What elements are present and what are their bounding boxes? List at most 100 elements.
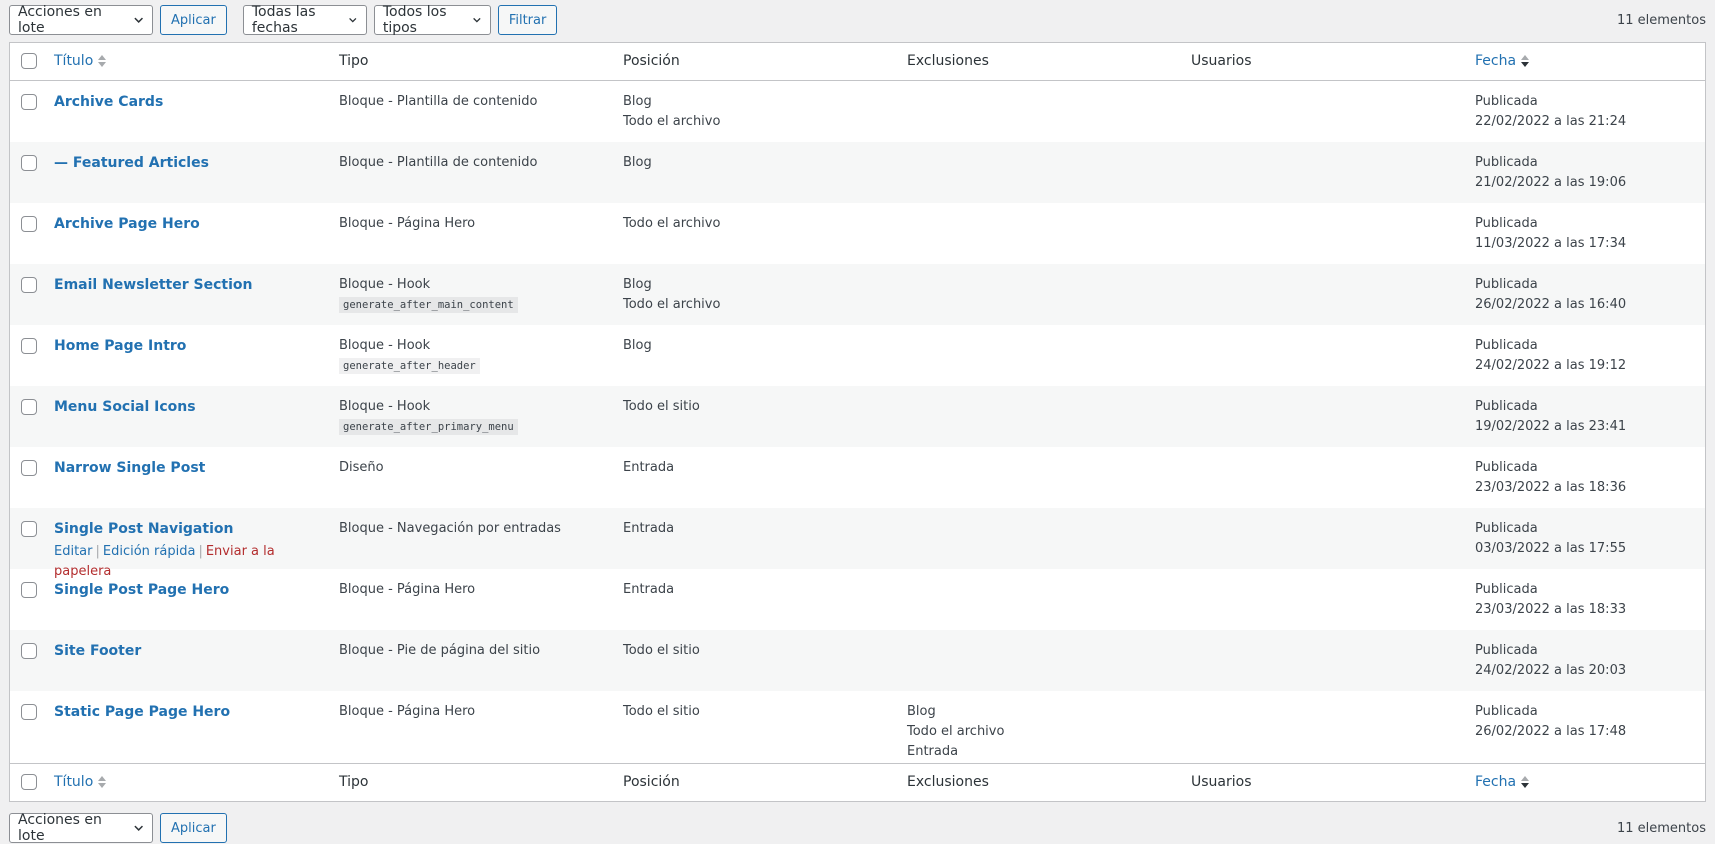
row-title-link[interactable]: — Featured Articles	[54, 155, 209, 171]
column-title-footer[interactable]: Título	[54, 774, 334, 790]
row-date: 11/03/2022 a las 17:34	[1475, 236, 1627, 251]
row-exclusion: Blog	[907, 704, 936, 719]
sort-date-link[interactable]: Fecha	[1475, 53, 1530, 69]
bulk-actions-select-bottom[interactable]: Acciones en lote	[9, 812, 153, 844]
table-row: Archive Cards Bloque - Plantilla de cont…	[10, 81, 1705, 142]
checkbox-box[interactable]	[21, 460, 37, 476]
table-row: Menu Social Icons Bloque - Hook generate_…	[10, 386, 1705, 447]
row-date: 26/02/2022 a las 17:48	[1475, 724, 1627, 739]
row-date: 19/02/2022 a las 23:41	[1475, 419, 1627, 434]
row-type: Bloque - Navegación por entradas	[339, 521, 561, 536]
chevron-down-icon	[134, 17, 143, 23]
row-title-link[interactable]: Email Newsletter Section	[54, 277, 252, 293]
row-checkbox[interactable]	[21, 216, 37, 239]
row-date: 21/02/2022 a las 19:06	[1475, 175, 1627, 190]
table-header: Título Tipo Posición Exclusiones Usuario…	[10, 43, 1705, 81]
row-title-link[interactable]: Narrow Single Post	[54, 460, 205, 476]
row-checkbox[interactable]	[21, 521, 37, 544]
row-title-link[interactable]: Single Post Navigation	[54, 521, 233, 537]
row-title-link[interactable]: Single Post Page Hero	[54, 582, 229, 598]
filter-button[interactable]: Filtrar	[497, 5, 558, 35]
row-title-link[interactable]: Home Page Intro	[54, 338, 186, 354]
row-checkbox[interactable]	[21, 399, 37, 422]
checkbox-box[interactable]	[21, 53, 37, 69]
column-type: Tipo	[339, 53, 369, 69]
row-type: Bloque - Hook	[339, 338, 431, 353]
row-position: Entrada	[623, 582, 675, 597]
date-filter-select[interactable]: Todas las fechas	[242, 4, 367, 36]
elements-table: Título Tipo Posición Exclusiones Usuario…	[9, 42, 1706, 802]
checkbox-box[interactable]	[21, 94, 37, 110]
row-checkbox[interactable]	[21, 643, 37, 666]
tablenav-bottom: Acciones en lote Aplicar 11 elementos	[9, 812, 1706, 844]
row-position: Entrada	[623, 460, 675, 475]
row-title-link[interactable]: Menu Social Icons	[54, 399, 196, 415]
column-exclusions-footer: Exclusiones	[907, 774, 989, 790]
edit-link[interactable]: Editar	[54, 544, 93, 559]
checkbox-box[interactable]	[21, 155, 37, 171]
select-all-checkbox-footer[interactable]	[21, 774, 37, 794]
row-status: Publicada	[1475, 582, 1538, 597]
row-checkbox[interactable]	[21, 277, 37, 300]
type-filter-select[interactable]: Todos los tipos	[373, 4, 491, 36]
table-row: Archive Page Hero Bloque - Página Hero T…	[10, 203, 1705, 264]
row-date: 03/03/2022 a las 17:55	[1475, 541, 1627, 556]
checkbox-box[interactable]	[21, 399, 37, 415]
row-position: Todo el sitio	[623, 704, 700, 719]
hook-name: generate_after_main_content	[339, 297, 518, 313]
table-row: Email Newsletter Section Bloque - Hook ge…	[10, 264, 1705, 325]
sort-indicator-icon	[98, 55, 107, 67]
row-type: Bloque - Página Hero	[339, 582, 476, 597]
row-checkbox[interactable]	[21, 460, 37, 483]
checkbox-box[interactable]	[21, 643, 37, 659]
checkbox-box[interactable]	[21, 704, 37, 720]
row-status: Publicada	[1475, 277, 1538, 292]
row-checkbox[interactable]	[21, 704, 37, 727]
tablenav-top: Acciones en lote Aplicar Todas las fecha…	[9, 4, 1706, 36]
apply-button[interactable]: Aplicar	[160, 5, 227, 35]
column-position: Posición	[623, 53, 680, 69]
row-checkbox[interactable]	[21, 94, 37, 117]
chevron-down-icon	[349, 17, 357, 23]
bulk-actions-select[interactable]: Acciones en lote	[9, 4, 153, 36]
column-position-footer: Posición	[623, 774, 680, 790]
table-row: Static Page Page Hero Bloque - Página He…	[10, 691, 1705, 763]
checkbox-box[interactable]	[21, 774, 37, 790]
row-type: Bloque - Plantilla de contenido	[339, 155, 538, 170]
checkbox-box[interactable]	[21, 216, 37, 232]
row-position: Todo el sitio	[623, 399, 700, 414]
row-type: Bloque - Hook	[339, 399, 431, 414]
column-title[interactable]: Título	[54, 53, 334, 69]
select-all-checkbox[interactable]	[21, 53, 37, 73]
table-row: — Featured Articles Bloque - Plantilla d…	[10, 142, 1705, 203]
column-users-footer: Usuarios	[1191, 774, 1252, 790]
row-title-link[interactable]: Site Footer	[54, 643, 141, 659]
row-status: Publicada	[1475, 704, 1538, 719]
row-title-link[interactable]: Archive Cards	[54, 94, 163, 110]
checkbox-box[interactable]	[21, 277, 37, 293]
row-checkbox[interactable]	[21, 155, 37, 178]
sort-title-link[interactable]: Título	[54, 774, 107, 790]
checkbox-box[interactable]	[21, 338, 37, 354]
row-type: Bloque - Pie de página del sitio	[339, 643, 541, 658]
quick-edit-link[interactable]: Edición rápida	[103, 544, 196, 559]
row-title-link[interactable]: Static Page Page Hero	[54, 704, 230, 720]
column-date-footer[interactable]: Fecha	[1475, 774, 1695, 790]
sort-date-link[interactable]: Fecha	[1475, 774, 1530, 790]
checkbox-box[interactable]	[21, 582, 37, 598]
column-date[interactable]: Fecha	[1475, 53, 1695, 69]
row-type: Diseño	[339, 460, 384, 475]
row-checkbox[interactable]	[21, 582, 37, 605]
column-exclusions: Exclusiones	[907, 53, 989, 69]
chevron-down-icon	[134, 825, 143, 831]
checkbox-box[interactable]	[21, 521, 37, 537]
row-position: Blog	[623, 338, 652, 353]
column-type-footer: Tipo	[339, 774, 369, 790]
row-title-link[interactable]: Archive Page Hero	[54, 216, 200, 232]
row-checkbox[interactable]	[21, 338, 37, 361]
row-exclusion: Entrada	[907, 744, 959, 759]
table-row: Narrow Single Post Diseño Entrada Public…	[10, 447, 1705, 508]
apply-button-bottom[interactable]: Aplicar	[160, 813, 227, 843]
sort-title-link[interactable]: Título	[54, 53, 107, 69]
row-position: Todo el archivo	[623, 114, 721, 129]
